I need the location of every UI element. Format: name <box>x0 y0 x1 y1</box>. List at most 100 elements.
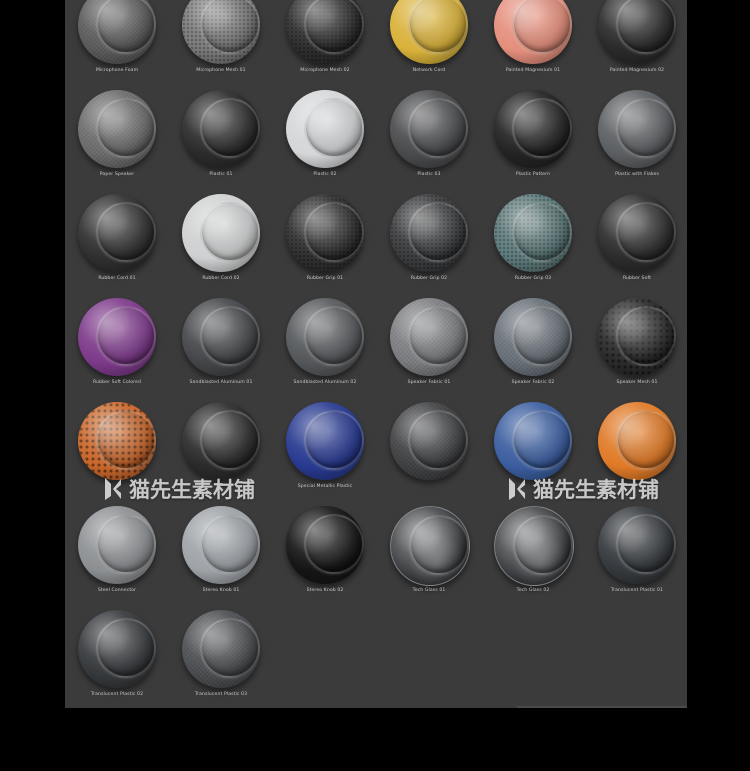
sphere-shading <box>78 298 156 376</box>
material-library-panel: Microphone Foam Microphone Mesh 01 Microph… <box>65 0 687 708</box>
material-swatch[interactable]: Stereo Knob 01 <box>169 504 273 608</box>
sphere-shading <box>598 90 676 168</box>
material-label: Translucent Plastic 01 <box>610 588 664 593</box>
material-label: Rubber Soft <box>622 276 652 281</box>
material-swatch[interactable]: Tech Glass 02 <box>481 504 585 608</box>
material-swatch[interactable]: Paper Speaker <box>65 88 169 192</box>
material-swatch[interactable]: Rubber Soft Colored <box>65 296 169 400</box>
material-swatch[interactable]: Rubber Grip 01 <box>273 192 377 296</box>
sphere-shading <box>182 506 260 584</box>
material-swatch[interactable]: Plastic 03 <box>377 88 481 192</box>
material-swatch[interactable]: Rubber Cord 02 <box>169 192 273 296</box>
sphere-shading <box>78 194 156 272</box>
material-swatch[interactable]: Stereo Knob 02 <box>273 504 377 608</box>
sphere-shading <box>494 90 572 168</box>
material-swatch[interactable]: Special Metallic Plastic <box>273 400 377 504</box>
material-preview-sphere <box>286 298 364 376</box>
material-swatch[interactable]: Painted Magnesium 02 <box>585 0 687 88</box>
material-label: Speaker Fabric 02 <box>511 380 555 385</box>
material-swatch[interactable]: Microphone Mesh 01 <box>169 0 273 88</box>
material-label: Tech Glass 02 <box>516 588 550 593</box>
material-swatch[interactable]: Microphone Foam <box>65 0 169 88</box>
material-preview-sphere <box>182 506 260 584</box>
material-preview-sphere <box>390 402 468 480</box>
material-label: Rubber Grip 01 <box>306 276 344 281</box>
material-swatch[interactable]: Rubber Cord 01 <box>65 192 169 296</box>
sphere-shading <box>495 507 573 585</box>
material-swatch[interactable]: Plastic 02 <box>273 88 377 192</box>
sphere-shading <box>390 298 468 376</box>
material-preview-sphere <box>78 0 156 64</box>
watermark-logo-icon <box>103 476 123 502</box>
sphere-shading <box>598 194 676 272</box>
sphere-shading <box>390 194 468 272</box>
material-swatch[interactable]: Painted Magnesium 01 <box>481 0 585 88</box>
material-label: Steel Connector <box>97 588 137 593</box>
material-preview-sphere <box>390 90 468 168</box>
material-label: Plastic 03 <box>417 172 441 177</box>
material-label: Microphone Mesh 02 <box>300 68 350 73</box>
horizontal-scrollbar[interactable] <box>517 706 687 708</box>
material-label: Rubber Cord 01 <box>98 276 136 281</box>
material-preview-sphere <box>182 610 260 688</box>
material-swatch[interactable]: Microphone Mesh 02 <box>273 0 377 88</box>
sphere-shading <box>78 610 156 688</box>
material-preview-sphere <box>78 610 156 688</box>
material-preview-sphere <box>78 506 156 584</box>
material-swatch[interactable]: Rubber Grip 03 <box>481 192 585 296</box>
material-swatch[interactable]: Sandblasted Aluminum 01 <box>169 296 273 400</box>
sphere-shading <box>390 402 468 480</box>
sphere-shading <box>598 506 676 584</box>
material-swatch[interactable]: Sandblasted Aluminum 02 <box>273 296 377 400</box>
material-preview-sphere <box>286 90 364 168</box>
material-swatch[interactable]: Rubber Grip 02 <box>377 192 481 296</box>
material-label: Rubber Grip 02 <box>410 276 448 281</box>
material-preview-sphere <box>494 194 572 272</box>
material-preview-sphere <box>182 90 260 168</box>
material-preview-sphere <box>390 506 470 586</box>
material-label: Paper Speaker <box>99 172 135 177</box>
material-swatch[interactable]: Speaker Fabric 02 <box>481 296 585 400</box>
sphere-shading <box>78 0 156 64</box>
material-swatch[interactable]: Steel Connector <box>65 504 169 608</box>
material-swatch[interactable]: Translucent Plastic 03 <box>169 608 273 708</box>
material-preview-sphere <box>182 298 260 376</box>
material-swatch[interactable]: Translucent Plastic 02 <box>65 608 169 708</box>
material-label: Rubber Cord 02 <box>202 276 240 281</box>
material-preview-sphere <box>78 90 156 168</box>
material-label: Plastic Pattern <box>515 172 551 177</box>
material-swatch[interactable]: Speaker Fabric 01 <box>377 296 481 400</box>
sphere-shading <box>390 90 468 168</box>
material-label: Stereo Knob 02 <box>306 588 344 593</box>
sphere-shading <box>78 506 156 584</box>
material-grid: Microphone Foam Microphone Mesh 01 Microph… <box>65 0 687 708</box>
sphere-shading <box>78 402 156 480</box>
watermark-left: 猫先生素材铺 <box>103 474 255 504</box>
material-swatch[interactable]: Speaker Mesh 01 <box>585 296 687 400</box>
material-swatch[interactable] <box>377 400 481 504</box>
material-label: Speaker Mesh 01 <box>616 380 658 385</box>
material-preview-sphere <box>598 0 676 64</box>
material-preview-sphere <box>598 506 676 584</box>
material-swatch[interactable]: Plastic with Flakes <box>585 88 687 192</box>
material-swatch[interactable]: Network Cord <box>377 0 481 88</box>
material-preview-sphere <box>78 298 156 376</box>
material-swatch[interactable]: Translucent Plastic 01 <box>585 504 687 608</box>
material-swatch[interactable]: Rubber Soft <box>585 192 687 296</box>
material-preview-sphere <box>182 194 260 272</box>
material-swatch[interactable]: Tech Glass 01 <box>377 504 481 608</box>
material-label: Special Metallic Plastic <box>297 484 353 489</box>
sphere-shading <box>182 194 260 272</box>
material-preview-sphere <box>390 298 468 376</box>
material-label: Microphone Foam <box>95 68 139 73</box>
material-label: Rubber Soft Colored <box>93 380 141 385</box>
material-swatch[interactable]: Plastic Pattern <box>481 88 585 192</box>
material-label: Sandblasted Aluminum 02 <box>293 380 357 385</box>
sphere-shading <box>598 402 676 480</box>
material-swatch[interactable]: Plastic 01 <box>169 88 273 192</box>
material-preview-sphere <box>598 194 676 272</box>
material-label: Painted Magnesium 02 <box>609 68 665 73</box>
sphere-shading <box>286 506 364 584</box>
material-label: Painted Magnesium 01 <box>505 68 561 73</box>
material-preview-sphere <box>494 90 572 168</box>
